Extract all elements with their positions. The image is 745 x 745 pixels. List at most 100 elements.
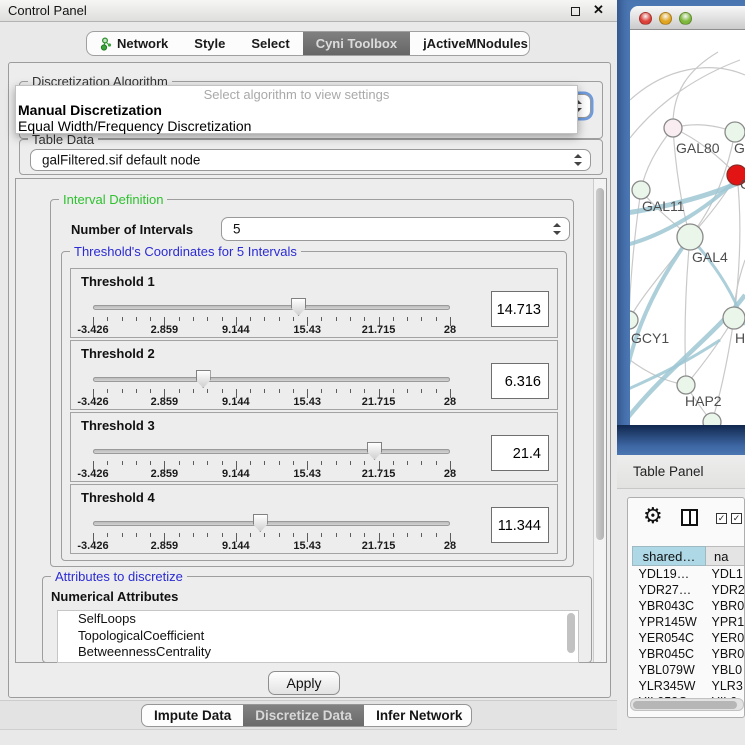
network-edge xyxy=(685,237,690,385)
column-header-shared-name[interactable]: shared… xyxy=(633,547,706,566)
threshold-slider[interactable] xyxy=(93,442,450,460)
scrollbar-thumb[interactable] xyxy=(567,613,575,653)
tab-select[interactable]: Select xyxy=(238,32,302,55)
threshold-label: Threshold 3 xyxy=(81,418,155,433)
slider-track xyxy=(93,521,450,526)
network-node[interactable] xyxy=(677,376,695,394)
zoom-traffic-light-icon[interactable] xyxy=(679,12,692,25)
checkbox-icon[interactable]: ✓ xyxy=(716,513,727,524)
slider-tick-labels: -3.4262.8599.14415.4321.71528 xyxy=(93,396,450,408)
table-row[interactable]: YPR145WYPR1 xyxy=(633,614,745,630)
threshold-slider[interactable] xyxy=(93,514,450,532)
interval-definition-group-title: Interval Definition xyxy=(59,192,167,207)
network-node[interactable] xyxy=(723,307,745,329)
gear-icon[interactable]: ⚙ xyxy=(643,503,663,529)
slider-tick-labels: -3.4262.8599.14415.4321.71528 xyxy=(93,468,450,480)
tab-impute-data[interactable]: Impute Data xyxy=(142,705,243,726)
network-node-label: C xyxy=(740,176,745,192)
number-of-intervals-select[interactable]: 5 xyxy=(221,217,570,241)
table-row[interactable]: YBR045CYBR0 xyxy=(633,646,745,662)
table-row[interactable]: YER054CYER0 xyxy=(633,630,745,646)
close-traffic-light-icon[interactable] xyxy=(639,12,652,25)
thresholds-group-title: Threshold's Coordinates for 5 Intervals xyxy=(70,244,301,259)
numerical-attributes-list[interactable]: SelfLoops TopologicalCoefficient Between… xyxy=(57,610,579,663)
dropdown-option-manual-discretization[interactable]: Manual Discretization xyxy=(16,102,577,118)
tab-jactivemnodules[interactable]: jActiveMNodules xyxy=(410,32,530,55)
slider-track xyxy=(93,377,450,382)
slider-thumb[interactable] xyxy=(291,298,306,316)
threshold-slider[interactable] xyxy=(93,370,450,388)
close-icon[interactable]: ✕ xyxy=(593,2,604,18)
network-node[interactable] xyxy=(664,119,682,137)
threshold-slider[interactable] xyxy=(93,298,450,316)
threshold-1-block: Threshold 1 -3.4262.8599.14415.4321.7152… xyxy=(70,268,558,338)
threshold-3-block: Threshold 3 -3.4262.8599.14415.4321.7152… xyxy=(70,412,558,482)
threshold-label: Threshold 4 xyxy=(81,490,155,505)
node-attribute-table: shared… na YDL19…YDL1YDR27…YDR2YBR043CYB… xyxy=(632,546,745,710)
list-scrollbar[interactable] xyxy=(566,613,576,661)
network-node[interactable] xyxy=(630,311,638,329)
list-item[interactable]: SelfLoops xyxy=(58,611,578,628)
network-node[interactable] xyxy=(725,122,745,142)
table-panel-area: ⚙ ✓ ✓ shared… na YDL19…YDL1YDR27…YDR2YBR… xyxy=(617,489,745,745)
tab-cyni-toolbox[interactable]: Cyni Toolbox xyxy=(303,32,410,55)
tab-style[interactable]: Style xyxy=(181,32,238,55)
network-node-label: H xyxy=(735,330,745,346)
table-data-select[interactable]: galFiltered.sif default node xyxy=(30,149,591,171)
column-header-name[interactable]: na xyxy=(706,547,745,566)
network-node-label: GAL11 xyxy=(642,198,685,214)
node-table-body: YDL19…YDL1YDR27…YDR2YBR043CYBR0YPR145WYP… xyxy=(633,566,745,711)
threshold-value-field[interactable]: 6.316 xyxy=(491,363,549,399)
minimize-traffic-light-icon[interactable] xyxy=(659,12,672,25)
settings-scrollpane: Interval Definition Number of Intervals … xyxy=(15,178,607,663)
tab-infer-network[interactable]: Infer Network xyxy=(364,705,472,726)
combo-arrows-icon xyxy=(573,154,581,166)
table-row[interactable]: YBR043CYBR0 xyxy=(633,598,745,614)
network-node[interactable] xyxy=(703,413,721,425)
network-window-titlebar[interactable] xyxy=(630,6,745,30)
threshold-value-field[interactable]: 11.344 xyxy=(491,507,549,543)
slider-thumb[interactable] xyxy=(367,442,382,460)
number-of-intervals-label: Number of Intervals xyxy=(71,222,193,237)
network-edge xyxy=(641,128,673,190)
slider-track xyxy=(93,305,450,310)
thresholds-group: Threshold's Coordinates for 5 Intervals … xyxy=(61,251,567,561)
threshold-value-field[interactable]: 21.4 xyxy=(491,435,549,471)
table-row[interactable]: YLR345WYLR3 xyxy=(633,678,745,694)
dropdown-hint-option[interactable]: Select algorithm to view settings xyxy=(16,86,577,102)
scrollbar-thumb[interactable] xyxy=(596,188,604,540)
settings-scrollbar[interactable] xyxy=(593,179,606,662)
threshold-value-field[interactable]: 14.713 xyxy=(491,291,549,327)
tab-network[interactable]: Network xyxy=(87,32,181,55)
table-data-group: Table Data galFiltered.sif default node xyxy=(19,139,603,175)
slider-tick-labels: -3.4262.8599.14415.4321.71528 xyxy=(93,324,450,336)
apply-button[interactable]: Apply xyxy=(268,671,340,695)
table-panel-header: Table Panel xyxy=(617,455,745,489)
network-edge-thick xyxy=(630,237,690,375)
threshold-4-block: Threshold 4 -3.4262.8599.14415.4321.7152… xyxy=(70,484,558,554)
table-row[interactable]: YBL079WYBL0 xyxy=(633,662,745,678)
slider-thumb[interactable] xyxy=(253,514,268,532)
table-horizontal-scrollbar[interactable] xyxy=(630,698,744,711)
control-panel-tabbar: Network Style Select Cyni Toolbox jActiv… xyxy=(86,31,530,56)
checkbox-icon[interactable]: ✓ xyxy=(731,513,742,524)
table-row[interactable]: YDR27…YDR2 xyxy=(633,582,745,598)
scrollbar-thumb[interactable] xyxy=(633,701,737,709)
table-row[interactable]: YDL19…YDL1 xyxy=(633,566,745,582)
network-node[interactable] xyxy=(677,224,703,250)
list-item[interactable]: TopologicalCoefficient xyxy=(58,628,578,645)
network-node-label: GAL80 xyxy=(676,140,720,156)
tab-discretize-data[interactable]: Discretize Data xyxy=(243,705,364,726)
slider-thumb[interactable] xyxy=(196,370,211,388)
threshold-label: Threshold 2 xyxy=(81,346,155,361)
dropdown-option-equal-width[interactable]: Equal Width/Frequency Discretization xyxy=(16,118,577,134)
network-node[interactable] xyxy=(632,181,650,199)
float-window-icon[interactable] xyxy=(571,7,580,16)
attributes-group: Attributes to discretize Numerical Attri… xyxy=(42,576,592,663)
list-item[interactable]: BetweennessCentrality xyxy=(58,644,578,661)
node-table-panel: ⚙ ✓ ✓ shared… na YDL19…YDL1YDR27…YDR2YBR… xyxy=(627,497,745,718)
control-panel-titlebar: Control Panel ✕ xyxy=(0,0,618,22)
network-view-canvas[interactable]: GAL80GACGAL11GAL4GCY1HHAP2 xyxy=(630,30,745,425)
columns-icon[interactable] xyxy=(681,509,698,526)
network-edge xyxy=(630,60,740,138)
